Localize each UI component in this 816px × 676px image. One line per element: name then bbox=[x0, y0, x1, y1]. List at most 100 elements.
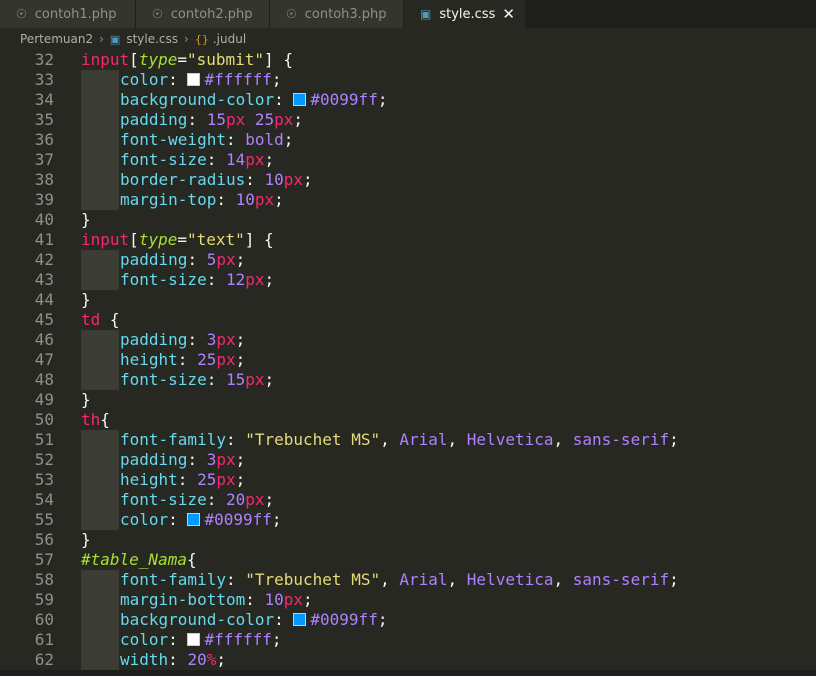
code-token: "submit" bbox=[186, 50, 265, 69]
code-token: 20 bbox=[225, 490, 246, 509]
code-token: : bbox=[216, 190, 236, 209]
code-token: Arial bbox=[399, 430, 448, 449]
code-line[interactable]: 47 height: 25px; bbox=[0, 350, 816, 370]
code-text: input[type="submit"] { bbox=[81, 50, 293, 70]
code-text: width: 20%; bbox=[81, 650, 226, 670]
color-swatch-icon[interactable] bbox=[293, 613, 307, 626]
code-token: : bbox=[168, 650, 188, 669]
code-line[interactable]: 44} bbox=[0, 290, 816, 310]
code-line[interactable]: 58 font-family: "Trebuchet MS", Arial, He… bbox=[0, 570, 816, 590]
code-line[interactable]: 42 padding: 5px; bbox=[0, 250, 816, 270]
tab-style-css[interactable]: ▣ style.css ✕ bbox=[404, 0, 526, 28]
code-line[interactable]: 39 margin-top: 10px; bbox=[0, 190, 816, 210]
breadcrumb-file[interactable]: style.css bbox=[126, 32, 178, 46]
symbol-icon: {} bbox=[194, 32, 209, 46]
code-token: "text" bbox=[186, 230, 245, 249]
code-line[interactable]: 36 font-weight: bold; bbox=[0, 130, 816, 150]
tab-label: contoh1.php bbox=[34, 6, 117, 22]
code-line[interactable]: 51 font-family: "Trebuchet MS", Arial, He… bbox=[0, 430, 816, 450]
line-number: 50 bbox=[34, 410, 54, 429]
code-token: , bbox=[447, 570, 467, 589]
code-token: : bbox=[177, 470, 198, 489]
line-number: 36 bbox=[34, 130, 54, 149]
code-token: px bbox=[216, 470, 236, 489]
css-icon: ▣ bbox=[420, 7, 432, 21]
code-line[interactable]: 54 font-size: 20px; bbox=[0, 490, 816, 510]
code-line[interactable]: 53 height: 25px; bbox=[0, 470, 816, 490]
indent-guide bbox=[81, 190, 119, 210]
code-line[interactable]: 35 padding: 15px 25px; bbox=[0, 110, 816, 130]
code-line[interactable]: 33 color: #ffffff; bbox=[0, 70, 816, 90]
code-editor[interactable]: 32 input[type="submit"] {33 color: #ffffff… bbox=[0, 50, 816, 670]
breadcrumb-symbol[interactable]: .judul bbox=[213, 32, 246, 46]
code-token: type bbox=[138, 50, 178, 69]
code-line[interactable]: 48 font-size: 15px; bbox=[0, 370, 816, 390]
breadcrumb-folder[interactable]: Pertemuan2 bbox=[20, 32, 93, 46]
code-token: { bbox=[100, 410, 110, 429]
color-swatch-icon[interactable] bbox=[187, 513, 201, 526]
code-token: ; bbox=[274, 190, 284, 209]
code-token: #ffffff bbox=[204, 70, 272, 89]
code-token: : bbox=[177, 350, 198, 369]
code-token: ; bbox=[303, 590, 313, 609]
code-token: #0099ff bbox=[204, 510, 272, 529]
line-number: 37 bbox=[34, 150, 54, 169]
code-token: ; bbox=[264, 150, 275, 169]
code-line[interactable]: 38 border-radius: 10px; bbox=[0, 170, 816, 190]
code-token: px bbox=[216, 250, 236, 269]
color-swatch-icon[interactable] bbox=[293, 93, 307, 106]
code-line[interactable]: 52 padding: 3px; bbox=[0, 450, 816, 470]
code-token: ; bbox=[669, 570, 679, 589]
code-line[interactable]: 62 width: 20%; bbox=[0, 650, 816, 670]
horizontal-scrollbar[interactable] bbox=[0, 670, 816, 676]
indent-guide bbox=[81, 110, 119, 130]
code-line[interactable]: 57 #table_Nama{ bbox=[0, 550, 816, 570]
indent-guide bbox=[81, 330, 119, 350]
color-swatch-icon[interactable] bbox=[187, 73, 201, 86]
line-number: 42 bbox=[34, 250, 54, 269]
code-token: px bbox=[216, 350, 236, 369]
code-token: ] { bbox=[264, 50, 293, 69]
code-line[interactable]: 55 color: #0099ff; bbox=[0, 510, 816, 530]
line-number: 60 bbox=[34, 610, 54, 629]
code-token: bold bbox=[245, 130, 284, 149]
code-token: px bbox=[254, 190, 275, 209]
code-text: color: #ffffff; bbox=[81, 630, 282, 650]
tab-contoh1[interactable]: ☉ contoh1.php bbox=[0, 0, 136, 28]
tab-contoh2[interactable]: ☉ contoh2.php bbox=[136, 0, 270, 28]
indent-guide bbox=[81, 510, 119, 530]
code-text: background-color: #0099ff; bbox=[81, 610, 387, 630]
code-token: type bbox=[138, 230, 178, 249]
indent-guide bbox=[81, 630, 119, 650]
code-token: #0099ff bbox=[310, 90, 378, 109]
code-token: width bbox=[120, 650, 169, 669]
indent-guide bbox=[81, 150, 119, 170]
code-token: height bbox=[120, 350, 178, 369]
close-icon[interactable]: ✕ bbox=[502, 5, 515, 23]
code-text: font-size: 15px; bbox=[81, 370, 274, 390]
code-token: px bbox=[245, 490, 265, 509]
color-swatch-icon[interactable] bbox=[187, 633, 201, 646]
tab-contoh3[interactable]: ☉ contoh3.php bbox=[270, 0, 404, 28]
code-line[interactable]: 32 input[type="submit"] { bbox=[0, 50, 816, 70]
code-line[interactable]: 50 th{ bbox=[0, 410, 816, 430]
code-line[interactable]: 43 font-size: 12px; bbox=[0, 270, 816, 290]
code-line[interactable]: 41 input[type="text"] { bbox=[0, 230, 816, 250]
code-line[interactable]: 37 font-size: 14px; bbox=[0, 150, 816, 170]
code-line[interactable]: 59 margin-bottom: 10px; bbox=[0, 590, 816, 610]
code-line[interactable]: 34 background-color: #0099ff; bbox=[0, 90, 816, 110]
code-line[interactable]: 56} bbox=[0, 530, 816, 550]
line-number: 46 bbox=[34, 330, 54, 349]
code-line[interactable]: 49} bbox=[0, 390, 816, 410]
code-line[interactable]: 40} bbox=[0, 210, 816, 230]
css-icon: ▣ bbox=[109, 32, 121, 46]
code-line[interactable]: 61 color: #ffffff; bbox=[0, 630, 816, 650]
code-line[interactable]: 46 padding: 3px; bbox=[0, 330, 816, 350]
code-token: } bbox=[81, 210, 91, 229]
line-number: 57 bbox=[34, 550, 54, 569]
line-number: 61 bbox=[34, 630, 54, 649]
code-line[interactable]: 45 td { bbox=[0, 310, 816, 330]
chevron-right-icon: › bbox=[99, 32, 104, 46]
code-line[interactable]: 60 background-color: #0099ff; bbox=[0, 610, 816, 630]
